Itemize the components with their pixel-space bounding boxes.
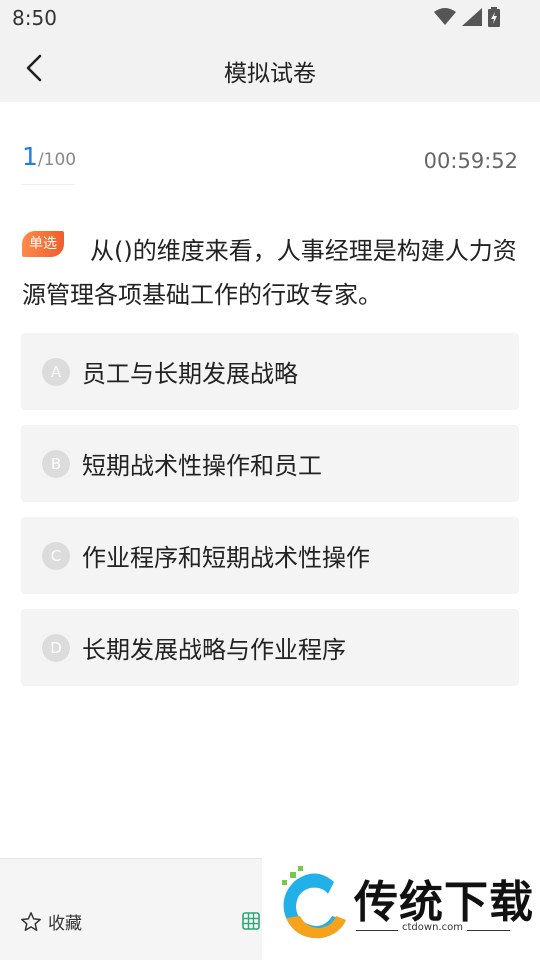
option-text: 员工与长期发展战略 (82, 360, 298, 388)
option-b[interactable]: B 短期战术性操作和员工 (21, 425, 519, 502)
option-letter: C (42, 541, 70, 570)
favorite-label: 收藏 (48, 914, 82, 934)
wifi-icon (434, 8, 456, 25)
countdown-timer: 00:59:52 (423, 149, 518, 173)
option-d[interactable]: D 长期发展战略与作业程序 (21, 609, 519, 686)
question-type-badge: 单选 (22, 231, 64, 257)
option-letter: D (42, 633, 70, 662)
option-letter: B (42, 449, 70, 478)
watermark: 传统下载 ctdown.com (262, 858, 540, 960)
top-app-bar: 模拟试卷 (0, 36, 540, 102)
cellular-signal-icon (462, 8, 482, 26)
option-text: 长期发展战略与作业程序 (82, 636, 346, 664)
answer-sheet-button[interactable] (242, 912, 260, 934)
status-time: 8:50 (12, 6, 57, 30)
watermark-title: 传统下载 (354, 877, 534, 928)
battery-charging-icon (488, 7, 500, 27)
option-a[interactable]: A 员工与长期发展战略 (21, 333, 519, 410)
answer-sheet-icon (242, 912, 260, 930)
question-stem: 单选 从()的维度来看，人事经理是构建人力资源管理各项基础工作的行政专家。 (22, 229, 518, 317)
option-text: 作业程序和短期战术性操作 (82, 544, 370, 572)
favorite-button[interactable]: 收藏 (20, 909, 82, 934)
page-title: 模拟试卷 (224, 61, 316, 87)
star-icon (21, 911, 41, 931)
question-progress: 1/100 (22, 142, 76, 171)
option-c[interactable]: C 作业程序和短期战术性操作 (21, 517, 519, 594)
option-text: 短期战术性操作和员工 (82, 452, 322, 480)
status-icons (434, 7, 500, 27)
progress-total: /100 (37, 150, 77, 170)
option-letter: A (42, 357, 70, 386)
watermark-logo-icon (282, 866, 346, 939)
status-bar: 8:50 (0, 0, 540, 36)
question-text: 从()的维度来看，人事经理是构建人力资源管理各项基础工作的行政专家。 (22, 237, 517, 309)
progress-current: 1 (22, 142, 38, 171)
progress-divider (22, 184, 74, 185)
watermark-url: ctdown.com (398, 922, 467, 933)
answer-options: A 员工与长期发展战略 B 短期战术性操作和员工 C 作业程序和短期战术性操作 … (21, 333, 519, 701)
